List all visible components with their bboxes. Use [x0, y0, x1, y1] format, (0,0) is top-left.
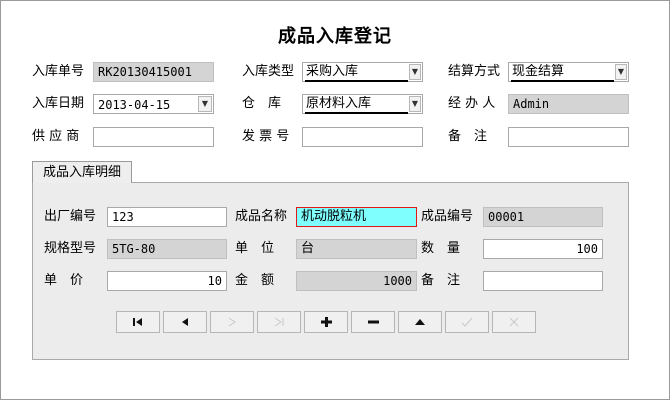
receipt-type-value: 采购入库	[305, 64, 408, 82]
quantity-label: 数 量	[421, 241, 461, 256]
first-record-icon	[133, 318, 142, 326]
handler-label: 经 办 人	[448, 96, 496, 111]
supplier-field[interactable]	[93, 127, 214, 147]
factory-no-label: 出厂编号	[44, 209, 97, 224]
receipt-date-label: 入库日期	[32, 96, 85, 111]
receipt-no-label: 入库单号	[32, 64, 85, 79]
tab-receipt-detail[interactable]: 成品入库明细	[32, 161, 132, 183]
chevron-down-icon[interactable]: ▼	[409, 64, 421, 80]
spec-label: 规格型号	[44, 241, 97, 256]
page-title: 成品入库登记	[278, 26, 392, 47]
delete-record-button[interactable]	[351, 311, 395, 333]
settlement-label: 结算方式	[448, 64, 501, 79]
remark-label: 备 注	[448, 129, 488, 144]
delete-record-icon	[368, 320, 379, 324]
warehouse-select[interactable]: 原材料入库 ▼	[302, 94, 423, 114]
unit-label: 单 位	[235, 241, 275, 256]
edit-record-icon	[415, 319, 425, 325]
handler-field[interactable]: Admin	[508, 94, 629, 114]
receipt-no-field[interactable]: RK20130415001	[93, 62, 214, 82]
next-record-button[interactable]	[210, 311, 254, 333]
detail-remark-field[interactable]	[483, 271, 603, 291]
amount-label: 金 额	[235, 273, 275, 288]
receipt-date-value: 2013-04-15	[98, 98, 171, 112]
first-record-button[interactable]	[116, 311, 160, 333]
chevron-down-icon[interactable]: ▼	[615, 64, 627, 80]
chevron-down-icon[interactable]: ▼	[409, 96, 421, 112]
product-code-field[interactable]: 00001	[483, 207, 603, 227]
unit-price-field[interactable]: 10	[107, 271, 227, 291]
cancel-edit-icon	[509, 317, 519, 327]
next-record-icon	[228, 317, 236, 327]
prior-record-button[interactable]	[163, 311, 207, 333]
spec-field[interactable]: 5TG-80	[107, 239, 227, 259]
prior-record-icon	[182, 318, 188, 326]
last-record-button[interactable]	[257, 311, 301, 333]
settlement-select[interactable]: 现金结算 ▼	[508, 62, 629, 82]
warehouse-label: 仓 库	[242, 96, 282, 111]
receipt-type-select[interactable]: 采购入库 ▼	[302, 62, 423, 82]
product-name-label: 成品名称	[235, 209, 288, 224]
quantity-field[interactable]: 100	[483, 239, 603, 259]
post-edit-button[interactable]	[445, 311, 489, 333]
product-code-label: 成品编号	[421, 209, 474, 224]
settlement-value: 现金结算	[511, 64, 614, 82]
insert-record-icon	[321, 317, 332, 327]
invoice-no-label: 发 票 号	[242, 129, 290, 144]
cancel-edit-button[interactable]	[492, 311, 536, 333]
remark-field[interactable]	[508, 127, 629, 147]
supplier-label: 供 应 商	[32, 129, 80, 144]
factory-no-field[interactable]: 123	[107, 207, 227, 227]
unit-field[interactable]: 台	[296, 239, 417, 259]
insert-record-button[interactable]	[304, 311, 348, 333]
edit-record-button[interactable]	[398, 311, 442, 333]
last-record-icon	[274, 317, 284, 327]
unit-price-label: 单 价	[44, 273, 84, 288]
post-edit-icon	[461, 317, 473, 327]
receipt-date-picker[interactable]: 2013-04-15 ▼	[93, 94, 214, 114]
warehouse-value: 原材料入库	[305, 96, 408, 114]
product-name-field[interactable]: 机动脱粒机	[296, 207, 417, 227]
chevron-down-icon[interactable]: ▼	[198, 96, 212, 112]
amount-field[interactable]: 1000	[296, 271, 417, 291]
receipt-type-label: 入库类型	[242, 64, 295, 79]
detail-remark-label: 备 注	[421, 273, 461, 288]
invoice-no-field[interactable]	[302, 127, 423, 147]
